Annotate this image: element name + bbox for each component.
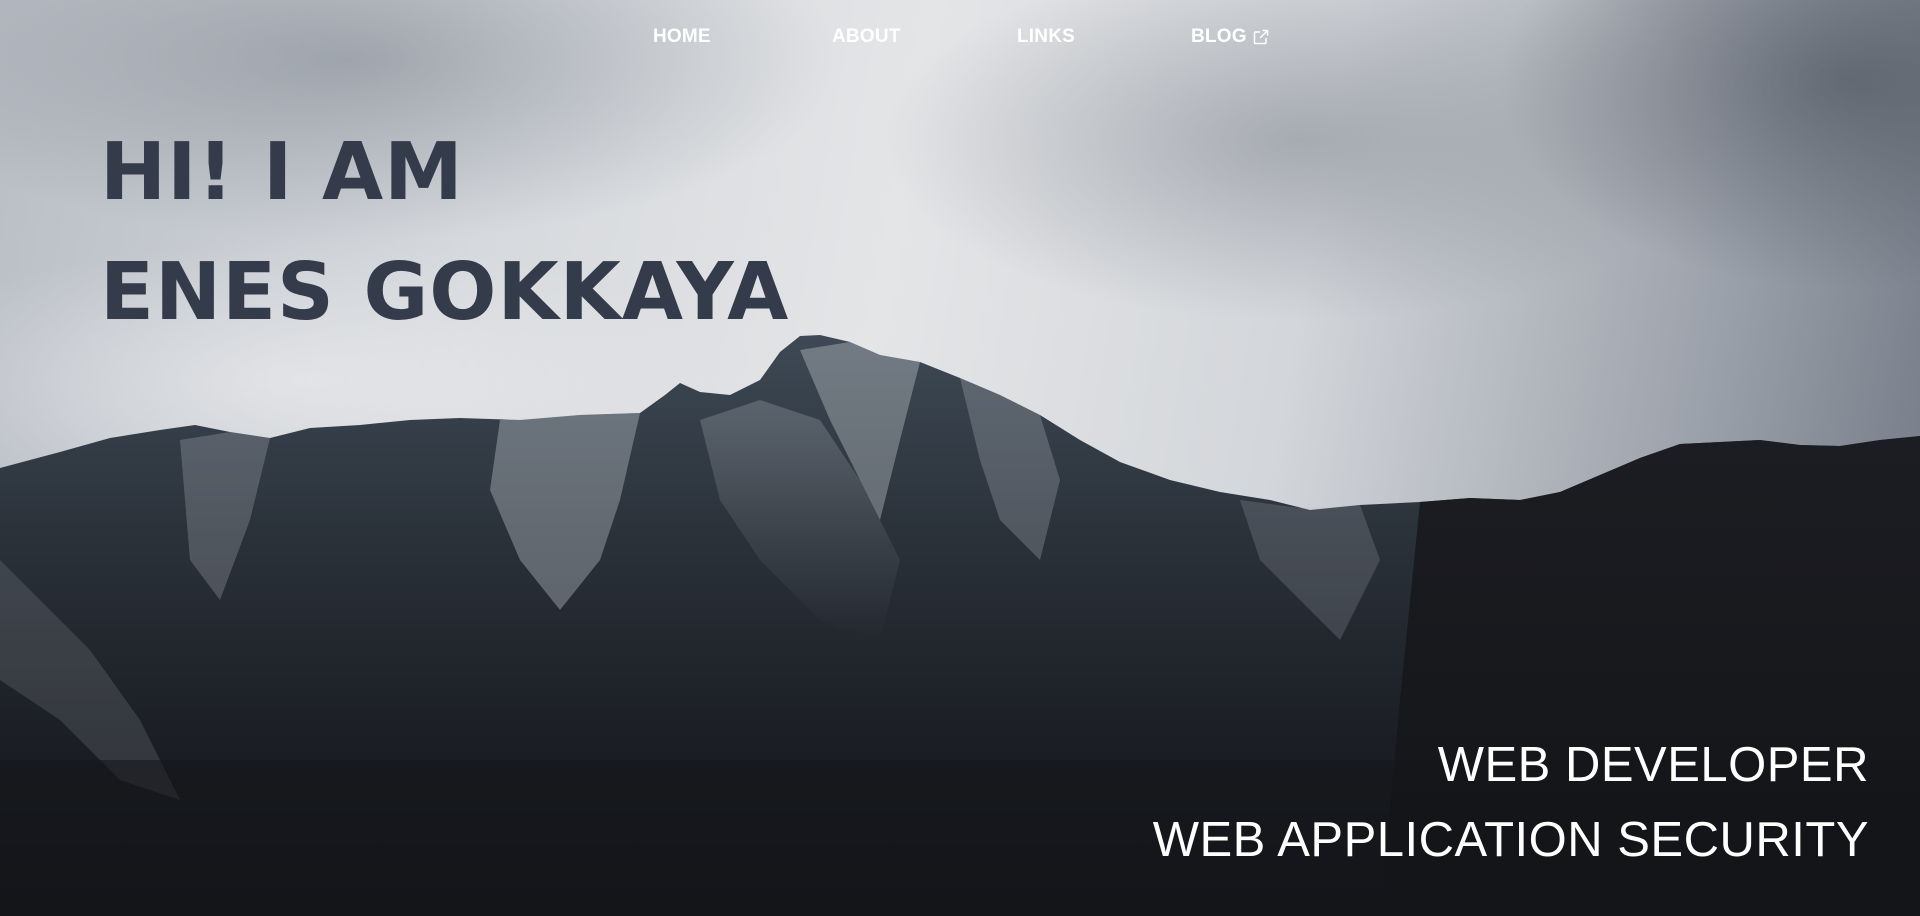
tagline-line-1: WEB DEVELOPER	[1437, 738, 1869, 792]
nav-about-label: ABOUT	[832, 26, 901, 47]
external-link-icon	[1253, 29, 1268, 45]
nav-blog-label: BLOG	[1191, 26, 1247, 47]
nav-links-link[interactable]: LINKS	[1017, 26, 1075, 48]
hero-tagline: WEB DEVELOPER WEB APPLICATION SECURITY	[1153, 728, 1869, 878]
headline-line-1: HI! I AM	[100, 126, 464, 218]
nav-links-label: LINKS	[1017, 26, 1075, 47]
tagline-line-2: WEB APPLICATION SECURITY	[1152, 813, 1869, 867]
headline-line-2: ENES GOKKAYA	[100, 246, 790, 338]
nav-home-link[interactable]: HOME	[653, 26, 711, 48]
nav-about-link[interactable]: ABOUT	[832, 26, 901, 48]
main-nav: HOME ABOUT LINKS BLOG	[0, 26, 1920, 52]
nav-blog-link[interactable]: BLOG	[1191, 26, 1269, 48]
nav-home-label: HOME	[653, 26, 711, 47]
hero-headline: HI! I AM ENES GOKKAYA	[100, 112, 789, 352]
